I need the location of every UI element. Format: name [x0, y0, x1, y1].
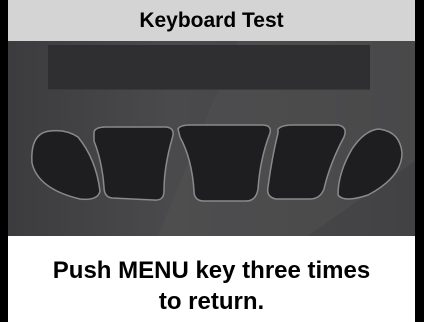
- key-2-icon[interactable]: [93, 126, 174, 201]
- title-bar: Keyboard Test: [8, 0, 415, 41]
- key-5-icon[interactable]: [337, 128, 403, 200]
- instruction-line-2: to return.: [158, 288, 265, 315]
- right-frame: [415, 0, 424, 322]
- left-frame: [0, 0, 8, 322]
- instruction-message: Push MENU key three times to return.: [8, 255, 415, 317]
- instruction-line-1: Push MENU key three times: [52, 257, 371, 284]
- device-panel: [8, 41, 415, 236]
- keyboard-test-screen: Keyboard Test Push MENU key three times …: [0, 0, 424, 322]
- message-area: Push MENU key three times to return.: [8, 236, 415, 322]
- key-4-icon[interactable]: [266, 124, 346, 200]
- keypad: [31, 124, 403, 202]
- key-1-icon[interactable]: [31, 129, 101, 201]
- page-title: Keyboard Test: [139, 9, 284, 32]
- key-3-icon[interactable]: [177, 124, 272, 202]
